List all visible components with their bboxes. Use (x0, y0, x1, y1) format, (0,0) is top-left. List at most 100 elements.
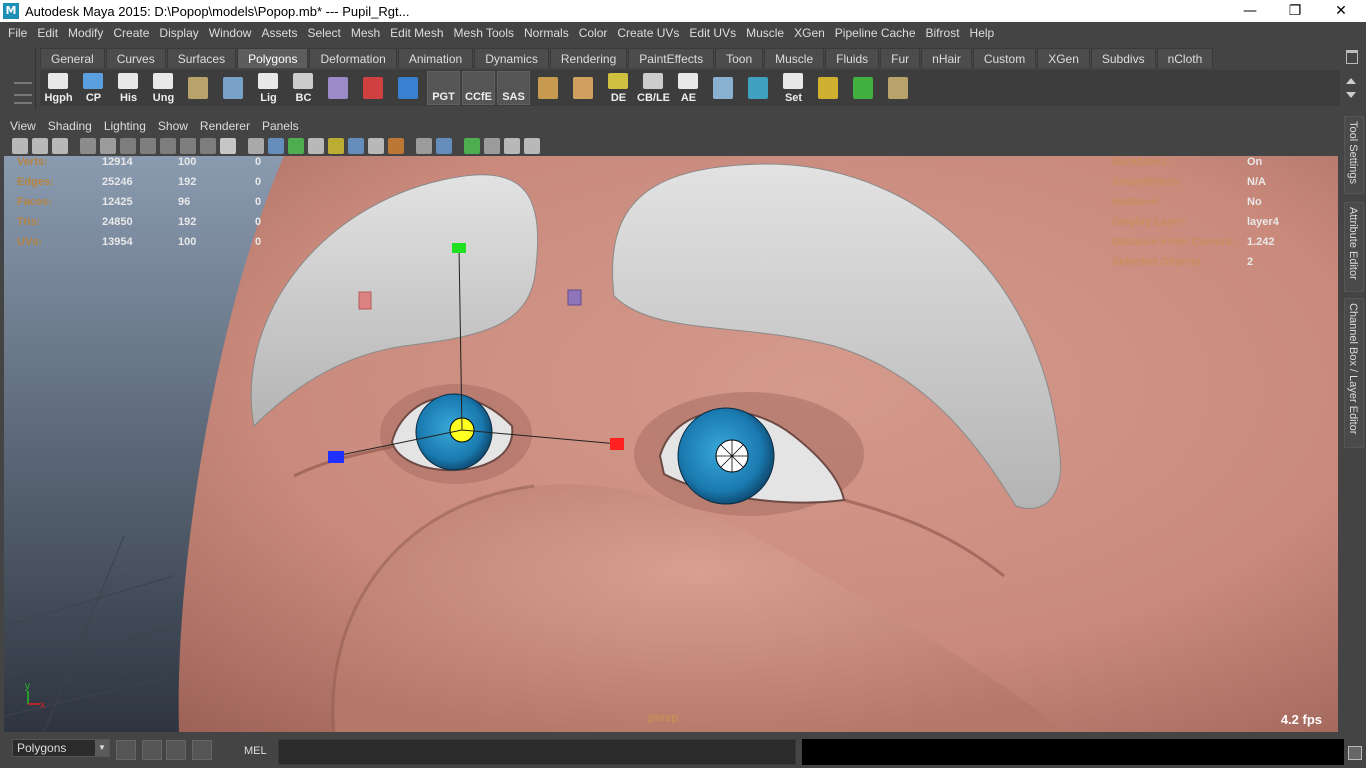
shelf-tab-fur[interactable]: Fur (880, 48, 921, 68)
shelf-options-handle[interactable] (10, 48, 36, 110)
safe-action-icon[interactable] (200, 138, 216, 154)
shelf-tab-dynamics[interactable]: Dynamics (474, 48, 549, 68)
xray-joints-icon[interactable] (484, 138, 500, 154)
script-editor-icon[interactable] (142, 740, 162, 760)
menu-mesh[interactable]: Mesh (346, 26, 385, 40)
panel-menu-lighting[interactable]: Lighting (98, 119, 152, 133)
motion-blur-icon[interactable] (388, 138, 404, 154)
shelf-button-ung-3[interactable]: Ung (147, 71, 180, 105)
menu-xgen[interactable]: XGen (789, 26, 830, 40)
shelf-tab-surfaces[interactable]: Surfaces (166, 48, 237, 68)
shelf-button-set-21[interactable]: Set (777, 71, 810, 105)
tab-tool-settings[interactable]: Tool Settings (1344, 116, 1364, 194)
menu-file[interactable]: File (3, 26, 32, 40)
maya-app-icon[interactable]: M (3, 3, 19, 19)
shelf-tab-general[interactable]: General (40, 48, 105, 68)
lights-icon[interactable] (328, 138, 344, 154)
menu-modify[interactable]: Modify (63, 26, 108, 40)
shelf-button-his-2[interactable]: His (112, 71, 145, 105)
textured-icon[interactable] (308, 138, 324, 154)
select-camera-icon[interactable] (524, 138, 540, 154)
menu-create-uvs[interactable]: Create UVs (612, 26, 684, 40)
shelf-tab-curves[interactable]: Curves (105, 48, 166, 68)
menu-color[interactable]: Color (574, 26, 613, 40)
text-icon[interactable] (220, 138, 236, 154)
shelf-button-cb-le-17[interactable]: CB/LE (637, 71, 670, 105)
shelf-button-de-16[interactable]: DE (602, 71, 635, 105)
wireframe-on-shaded-icon[interactable] (288, 138, 304, 154)
manip-y-handle[interactable] (452, 243, 466, 253)
menu-normals[interactable]: Normals (519, 26, 574, 40)
chevron-down-icon[interactable]: ▼ (95, 740, 109, 756)
menu-edit-mesh[interactable]: Edit Mesh (385, 26, 448, 40)
resolution-gate-icon[interactable] (140, 138, 156, 154)
shelf-tab-subdivs[interactable]: Subdivs (1090, 48, 1156, 68)
shelf-button-uv-editor-14[interactable] (532, 71, 565, 105)
shelf-tab-fluids[interactable]: Fluids (825, 48, 880, 68)
menu-help[interactable]: Help (965, 26, 1000, 40)
shelf-tab-polygons[interactable]: Polygons (237, 48, 309, 68)
menu-mesh-tools[interactable]: Mesh Tools (449, 26, 519, 40)
backface-icon[interactable] (504, 138, 520, 154)
shelf-tab-painteffects[interactable]: PaintEffects (628, 48, 715, 68)
shelf-tab-toon[interactable]: Toon (715, 48, 764, 68)
menu-bifrost[interactable]: Bifrost (921, 26, 965, 40)
anti-alias-icon[interactable] (416, 138, 432, 154)
manip-x-handle[interactable] (610, 438, 624, 450)
shelf-tab-rendering[interactable]: Rendering (549, 48, 628, 68)
shelf-button-cp-1[interactable]: CP (77, 71, 110, 105)
shelf-button-lig-6[interactable]: Lig (252, 71, 285, 105)
gate-mask-icon[interactable] (160, 138, 176, 154)
outliner-icon[interactable] (166, 740, 186, 760)
close-button[interactable]: ✕ (1318, 0, 1364, 22)
tab-attribute-editor[interactable]: Attribute Editor (1344, 202, 1364, 292)
restore-button[interactable]: ❐ (1272, 0, 1318, 22)
shelf-scroll-up-icon[interactable] (1346, 78, 1356, 84)
menu-edit-uvs[interactable]: Edit UVs (684, 26, 741, 40)
viewport-persp[interactable]: y x Verts: 12914 100 0 Edges: 25246 192 0 Faces:… (4, 156, 1338, 732)
shadows-icon[interactable] (348, 138, 364, 154)
shelf-button-joint-tool-8[interactable] (322, 71, 355, 105)
menu-muscle[interactable]: Muscle (741, 26, 789, 40)
script-editor-button-icon[interactable] (1348, 746, 1362, 760)
shelf-button-target-22[interactable] (812, 71, 845, 105)
shelf-button-hgph-0[interactable]: Hgph (42, 71, 75, 105)
panel-menu-renderer[interactable]: Renderer (194, 119, 256, 133)
shelf-scroll-down-icon[interactable] (1346, 92, 1356, 98)
film-gate-icon[interactable] (120, 138, 136, 154)
manip-xy-plane-handle[interactable] (567, 289, 582, 306)
shelf-button-ik-handle-9[interactable] (357, 71, 390, 105)
grid-icon[interactable] (100, 138, 116, 154)
shelf-tab-animation[interactable]: Animation (397, 48, 474, 68)
image-plane-icon[interactable] (80, 138, 96, 154)
shelf-button-pgt-11[interactable]: PGT (427, 71, 460, 105)
menu-create[interactable]: Create (108, 26, 154, 40)
shelf-scroll[interactable] (1344, 72, 1358, 106)
shelf-button-shelf-book-4[interactable] (182, 71, 215, 105)
menu-select[interactable]: Select (302, 26, 345, 40)
mel-label[interactable]: MEL (244, 745, 267, 757)
shelf-button-globe-5[interactable] (217, 71, 250, 105)
menu-pipeline-cache[interactable]: Pipeline Cache (830, 26, 921, 40)
panel-menu-shading[interactable]: Shading (42, 119, 98, 133)
manip-z-handle[interactable] (328, 451, 344, 463)
menu-assets[interactable]: Assets (256, 26, 302, 40)
shelf-button-brush-19[interactable] (707, 71, 740, 105)
shelf-button-shelf-book-24[interactable] (882, 71, 915, 105)
trash-icon[interactable] (1346, 50, 1358, 64)
camera-attributes-icon[interactable] (32, 138, 48, 154)
shelf-tab-ncloth[interactable]: nCloth (1156, 48, 1214, 68)
wireframe-icon[interactable] (248, 138, 264, 154)
panel-menu-panels[interactable]: Panels (256, 119, 305, 133)
tab-channel-box-layer-editor[interactable]: Channel Box / Layer Editor (1344, 298, 1364, 448)
command-input[interactable] (278, 739, 796, 765)
shelf-button-bc-7[interactable]: BC (287, 71, 320, 105)
shelf-button-curve-tool-10[interactable] (392, 71, 425, 105)
shelf-tab-custom[interactable]: Custom (972, 48, 1037, 68)
manip-yz-plane-handle[interactable] (358, 291, 372, 310)
panel-menu-view[interactable]: View (4, 119, 42, 133)
field-chart-icon[interactable] (180, 138, 196, 154)
menu-edit[interactable]: Edit (32, 26, 63, 40)
smooth-shade-icon[interactable] (268, 138, 284, 154)
shelf-button-sas-13[interactable]: SAS (497, 71, 530, 105)
